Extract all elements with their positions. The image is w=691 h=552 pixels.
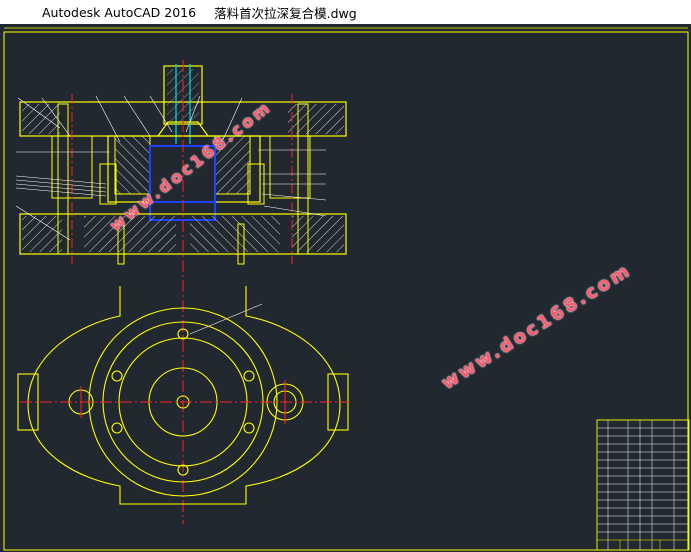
title-bar: Autodesk AutoCAD 2016 落料首次拉深复合模.dwg <box>0 0 691 24</box>
section-view <box>15 60 347 524</box>
drawing-canvas[interactable]: www.doc168.com www.doc168.com <box>0 24 691 552</box>
app-title: Autodesk AutoCAD 2016 <box>42 4 197 20</box>
file-name: 落料首次拉深复合模.dwg <box>214 5 357 21</box>
bill-of-materials-table <box>596 419 690 551</box>
plan-view <box>17 286 350 505</box>
